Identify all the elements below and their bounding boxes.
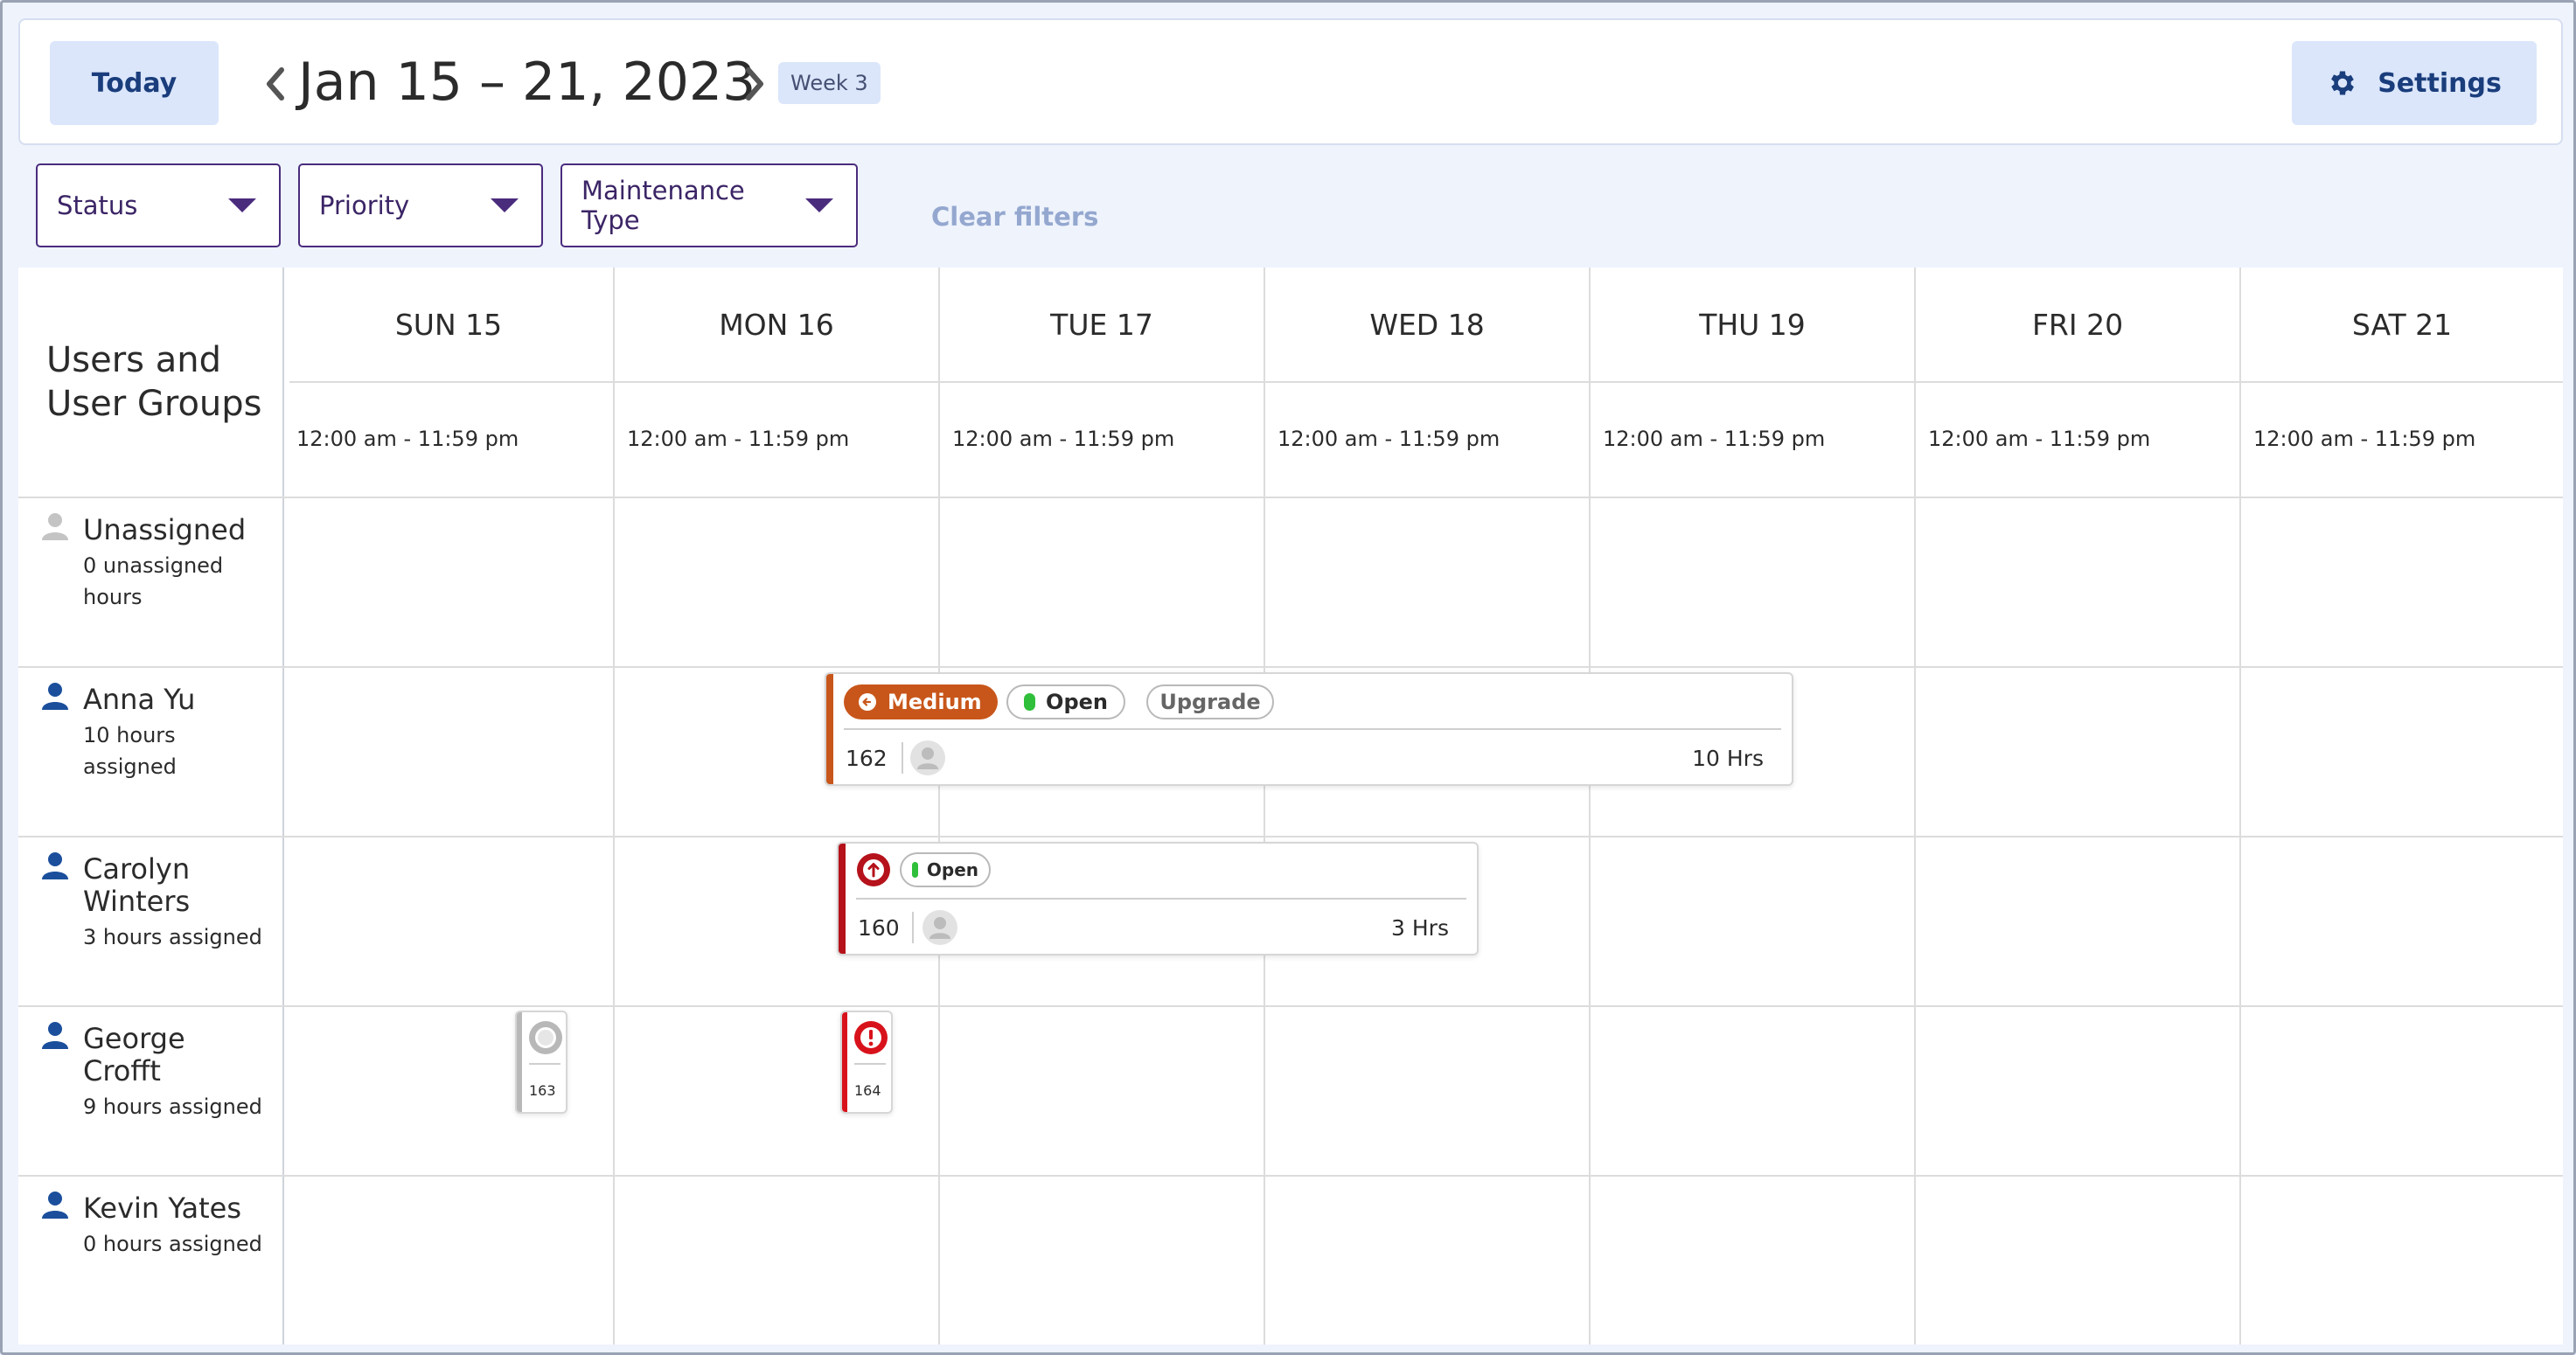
gear-icon <box>2331 71 2355 95</box>
work-order-id: 162 <box>846 746 888 771</box>
card-separator <box>912 912 914 943</box>
user-hours: 10 hours assigned <box>83 723 177 779</box>
day-header-fri: FRI 20 <box>2031 307 2124 342</box>
priority-none-circle-icon <box>529 1021 562 1054</box>
day-time-range: 12:00 am - 11:59 pm <box>1928 427 2151 451</box>
user-name: Kevin Yates <box>83 1192 242 1225</box>
work-order-card-163[interactable]: 163 <box>515 1011 567 1114</box>
priority-bar <box>826 674 833 784</box>
day-time-range: 12:00 am - 11:59 pm <box>296 427 519 451</box>
work-order-hours: 10 Hrs <box>1692 746 1764 771</box>
status-filter-label: Status <box>57 191 138 220</box>
grid-divider <box>18 497 2563 498</box>
week-badge: Week 3 <box>778 62 881 104</box>
sidebar-header: Users and User Groups <box>18 268 281 497</box>
user-icon <box>42 852 68 879</box>
user-row-george-crofft[interactable]: George Crofft 9 hours assigned <box>18 1007 281 1175</box>
work-order-card-164[interactable]: 164 <box>840 1011 893 1114</box>
day-header-sun: SUN 15 <box>394 307 503 342</box>
user-row-kevin-yates[interactable]: Kevin Yates 0 hours assigned <box>18 1177 281 1345</box>
chevron-left-icon <box>267 67 284 101</box>
day-header-sat: SAT 21 <box>2351 307 2453 342</box>
status-dot-icon <box>1024 693 1036 711</box>
priority-critical-exclamation-icon <box>854 1021 888 1054</box>
caret-down-icon <box>805 198 833 212</box>
day-time-range: 12:00 am - 11:59 pm <box>2253 427 2476 451</box>
status-badge-open: Open <box>900 852 991 887</box>
user-row-carolyn-winters[interactable]: Carolyn Winters 3 hours assigned <box>18 837 281 1005</box>
day-header-wed: WED 18 <box>1369 307 1485 342</box>
type-badge-upgrade: Upgrade <box>1146 684 1274 719</box>
app-frame: Today Jan 15 – 21, 2023 Week 3 Settings … <box>0 0 2576 1355</box>
user-gray-icon <box>42 513 68 540</box>
day-time-range: 12:00 am - 11:59 pm <box>1603 427 1826 451</box>
day-header-thu: THU 19 <box>1699 307 1806 342</box>
priority-bar <box>839 844 846 954</box>
user-row-anna-yu[interactable]: Anna Yu 10 hours assigned <box>18 668 281 836</box>
next-week-button[interactable] <box>737 62 772 106</box>
priority-bar <box>842 1012 847 1112</box>
day-time-range: 12:00 am - 11:59 pm <box>1278 427 1500 451</box>
calendar-header: Today Jan 15 – 21, 2023 Week 3 Settings <box>18 18 2563 145</box>
priority-label: Medium <box>888 690 982 714</box>
work-order-id: 163 <box>529 1082 556 1099</box>
assignee-avatar-icon <box>910 740 945 775</box>
priority-high-arrow-up-icon <box>857 853 890 886</box>
status-badge-open: Open <box>1006 684 1125 719</box>
sidebar-title: Users and User Groups <box>46 340 262 424</box>
work-order-hours: 3 Hrs <box>1391 915 1449 941</box>
user-name: Carolyn Winters <box>83 852 191 918</box>
maintenance-type-filter-dropdown[interactable]: Maintenance Type <box>560 163 858 247</box>
user-row-unassigned[interactable]: Unassigned 0 unassigned hours <box>18 498 281 666</box>
status-filter-dropdown[interactable]: Status <box>36 163 281 247</box>
day-header-mon: MON 16 <box>719 307 834 342</box>
grid-divider <box>18 836 2563 837</box>
work-order-card-160[interactable]: Open 160 3 Hrs <box>837 842 1479 955</box>
user-icon <box>42 1022 68 1049</box>
prev-week-button[interactable] <box>258 62 293 106</box>
schedule-grid: Users and User Groups SUN 15 MON 16 TUE … <box>18 268 2563 1345</box>
arrow-left-circle-icon <box>859 693 876 711</box>
priority-badge-medium: Medium <box>844 684 998 719</box>
priority-filter-label: Priority <box>319 191 410 220</box>
caret-down-icon <box>491 198 519 212</box>
user-icon <box>42 683 68 710</box>
caret-down-icon <box>228 198 256 212</box>
card-divider <box>856 898 1466 900</box>
user-name: Anna Yu <box>83 683 196 716</box>
settings-button[interactable]: Settings <box>2292 41 2537 125</box>
day-time-range: 12:00 am - 11:59 pm <box>627 427 850 451</box>
day-header-tue: TUE 17 <box>1050 307 1153 342</box>
work-order-card-162[interactable]: Medium Open Upgrade 162 10 Hrs <box>825 672 1793 786</box>
today-button[interactable]: Today <box>50 41 219 125</box>
card-divider <box>854 1063 886 1065</box>
maintenance-type-filter-label: Maintenance Type <box>581 176 745 235</box>
card-separator <box>902 742 903 774</box>
work-order-id: 160 <box>858 915 900 941</box>
day-time-range: 12:00 am - 11:59 pm <box>952 427 1175 451</box>
grid-divider <box>18 666 2563 668</box>
status-dot-icon <box>912 862 918 878</box>
user-hours: 9 hours assigned <box>83 1094 262 1119</box>
grid-divider <box>18 1005 2563 1007</box>
grid-divider <box>18 1175 2563 1177</box>
card-divider <box>529 1063 560 1065</box>
date-range-title: Jan 15 – 21, 2023 <box>298 52 756 113</box>
card-divider <box>844 728 1781 730</box>
user-name: Unassigned <box>83 513 247 546</box>
user-name: George Crofft <box>83 1022 185 1087</box>
priority-bar <box>517 1012 522 1112</box>
settings-label: Settings <box>2378 67 2502 99</box>
user-hours: 3 hours assigned <box>83 925 262 949</box>
user-hours: 0 hours assigned <box>83 1232 262 1256</box>
work-order-id: 164 <box>854 1082 881 1099</box>
priority-filter-dropdown[interactable]: Priority <box>298 163 543 247</box>
clear-filters-link[interactable]: Clear filters <box>931 202 1098 232</box>
user-icon <box>42 1192 68 1219</box>
assignee-avatar-icon <box>922 910 957 945</box>
chevron-right-icon <box>746 67 763 101</box>
status-label: Open <box>1046 690 1108 714</box>
status-label: Open <box>926 859 978 880</box>
user-hours: 0 unassigned hours <box>83 553 224 609</box>
